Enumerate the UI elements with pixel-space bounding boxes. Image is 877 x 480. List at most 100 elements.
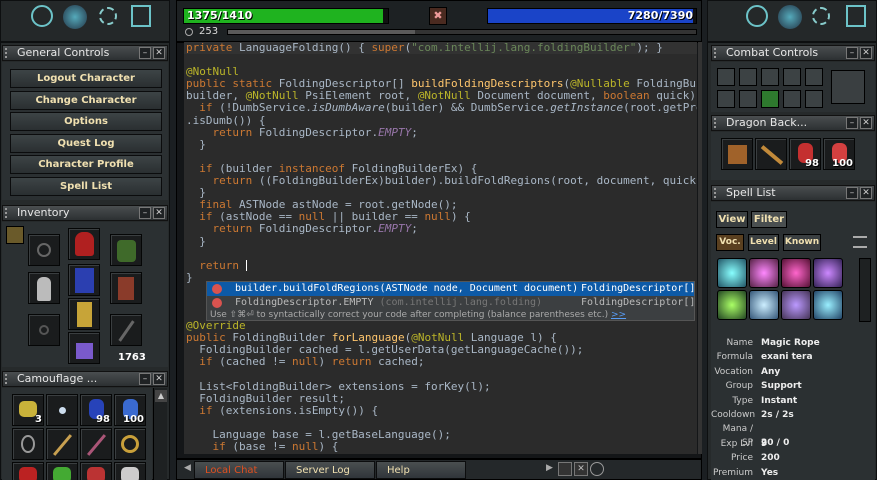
container-slot[interactable]	[46, 428, 78, 460]
spell-icon[interactable]	[781, 258, 811, 288]
pvp-icon[interactable]	[739, 90, 757, 108]
chat-close-icon[interactable]: ✕	[574, 462, 588, 476]
container-slot[interactable]: 75	[80, 462, 112, 480]
spell-icon[interactable]	[813, 258, 843, 288]
compass-icon[interactable]	[746, 5, 768, 27]
close-button[interactable]: ✕	[153, 47, 165, 59]
container-slot[interactable]: 12	[46, 462, 78, 480]
settings-icon[interactable]	[99, 7, 117, 25]
full-defense-icon[interactable]	[761, 68, 779, 86]
follow-icon[interactable]	[783, 68, 801, 86]
secure-mode-icon[interactable]	[761, 90, 779, 108]
world-icon[interactable]	[63, 5, 87, 29]
camouflage-backpack-header[interactable]: Camouflage ... – ✕	[2, 371, 168, 387]
expert-mode-icon[interactable]	[805, 90, 823, 108]
tab-local-chat[interactable]: Local Chat	[194, 461, 284, 479]
combat-controls-header[interactable]: Combat Controls – ✕	[711, 45, 875, 61]
camouflage-scrollbar[interactable]: ▲	[153, 388, 167, 480]
tab-server-log[interactable]: Server Log	[285, 461, 375, 479]
spell-list-button[interactable]: Spell List	[10, 177, 162, 196]
ammo-slot[interactable]	[110, 314, 142, 346]
close-button[interactable]: ✕	[860, 187, 872, 199]
character-profile-button[interactable]: Character Profile	[10, 155, 162, 174]
tab-filter[interactable]: Filter	[751, 211, 787, 228]
quest-log-button[interactable]: Quest Log	[10, 134, 162, 153]
compass-icon[interactable]	[31, 5, 53, 27]
close-button[interactable]: ✕	[860, 117, 872, 129]
chat-settings-icon[interactable]	[558, 462, 572, 476]
chase-icon[interactable]	[805, 68, 823, 86]
list-view-icon[interactable]	[853, 236, 867, 248]
autocomplete-item[interactable]: FoldingDescriptor.EMPTY (com.intellij.la…	[207, 296, 695, 310]
container-slot[interactable]: 3	[12, 394, 44, 426]
minimize-button[interactable]: –	[139, 373, 151, 385]
dragon-backpack-header[interactable]: Dragon Back... – ✕	[711, 115, 875, 131]
boots-slot[interactable]	[68, 332, 100, 364]
container-slot[interactable]: 66	[12, 462, 44, 480]
minimize-button[interactable]: –	[846, 47, 858, 59]
backpack-slot[interactable]	[110, 234, 142, 266]
editor-scrollbar[interactable]	[698, 42, 702, 454]
tab-view[interactable]: View	[716, 211, 748, 228]
scroll-up-arrow-icon[interactable]: ▲	[155, 390, 167, 402]
spell-icon[interactable]	[749, 290, 779, 320]
spell-icon[interactable]	[781, 290, 811, 320]
container-slot[interactable]	[114, 428, 146, 460]
spell-icon[interactable]	[749, 258, 779, 288]
container-slot[interactable]	[80, 428, 112, 460]
right-hand-slot[interactable]	[110, 272, 142, 304]
world-icon[interactable]	[778, 5, 802, 29]
close-button[interactable]: ✕	[860, 47, 872, 59]
logout-character-button[interactable]: Logout Character	[10, 69, 162, 88]
options-button[interactable]: Options	[10, 112, 162, 131]
store-icon[interactable]	[846, 5, 866, 27]
minimize-button[interactable]: –	[846, 117, 858, 129]
spell-list-scrollbar[interactable]	[859, 258, 871, 322]
stand-icon[interactable]	[717, 90, 735, 108]
change-character-button[interactable]: Change Character	[10, 91, 162, 110]
container-slot[interactable]	[755, 138, 787, 170]
container-slot[interactable]	[46, 394, 78, 426]
balanced-icon[interactable]	[739, 68, 757, 86]
minimize-button[interactable]: –	[846, 187, 858, 199]
container-slot[interactable]: 98	[789, 138, 821, 170]
filter-known-button[interactable]: Known	[783, 234, 821, 251]
chat-right-arrow-icon[interactable]: ▶	[546, 463, 556, 477]
close-button[interactable]: ✕	[153, 373, 165, 385]
left-hand-slot[interactable]	[28, 272, 60, 304]
white-hand-icon[interactable]	[783, 90, 801, 108]
chat-left-arrow-icon[interactable]: ◀	[184, 463, 194, 477]
close-button[interactable]: ✕	[153, 207, 165, 219]
spell-icon[interactable]	[717, 258, 747, 288]
container-slot[interactable]: 26	[114, 462, 146, 480]
autocomplete-item-selected[interactable]: builder.buildFoldRegions(ASTNode node, D…	[207, 282, 695, 296]
container-slot[interactable]: 100	[823, 138, 855, 170]
legs-slot[interactable]	[68, 298, 100, 330]
spell-list-header[interactable]: Spell List – ✕	[711, 185, 875, 201]
inventory-header[interactable]: Inventory – ✕	[2, 205, 168, 221]
armor-slot[interactable]	[68, 264, 100, 296]
container-slot[interactable]: 100	[114, 394, 146, 426]
minimize-button[interactable]: –	[139, 207, 151, 219]
amulet-slot[interactable]	[28, 234, 60, 266]
full-attack-icon[interactable]	[717, 68, 735, 86]
filter-vocation-button[interactable]: Voc.	[716, 234, 744, 251]
chat-ignore-icon[interactable]	[590, 462, 604, 476]
autocomplete-tip-link[interactable]: >>	[611, 310, 626, 320]
general-controls-header[interactable]: General Controls – ✕	[2, 45, 168, 61]
container-slot[interactable]	[12, 428, 44, 460]
code-editor[interactable]: private LanguageFolding() { super("com.i…	[184, 42, 697, 454]
filter-level-button[interactable]: Level	[748, 234, 779, 251]
store-icon[interactable]	[131, 5, 151, 27]
spell-icon[interactable]	[813, 290, 843, 320]
expand-icon[interactable]	[6, 226, 24, 244]
spell-icon[interactable]	[717, 290, 747, 320]
stop-attack-icon[interactable]	[831, 70, 865, 104]
container-slot[interactable]	[721, 138, 753, 170]
settings-icon[interactable]	[812, 7, 830, 25]
helmet-slot[interactable]	[68, 228, 100, 260]
minimize-button[interactable]: –	[139, 47, 151, 59]
ring-slot[interactable]	[28, 314, 60, 346]
container-slot[interactable]: 98	[80, 394, 112, 426]
tab-help[interactable]: Help	[376, 461, 466, 479]
